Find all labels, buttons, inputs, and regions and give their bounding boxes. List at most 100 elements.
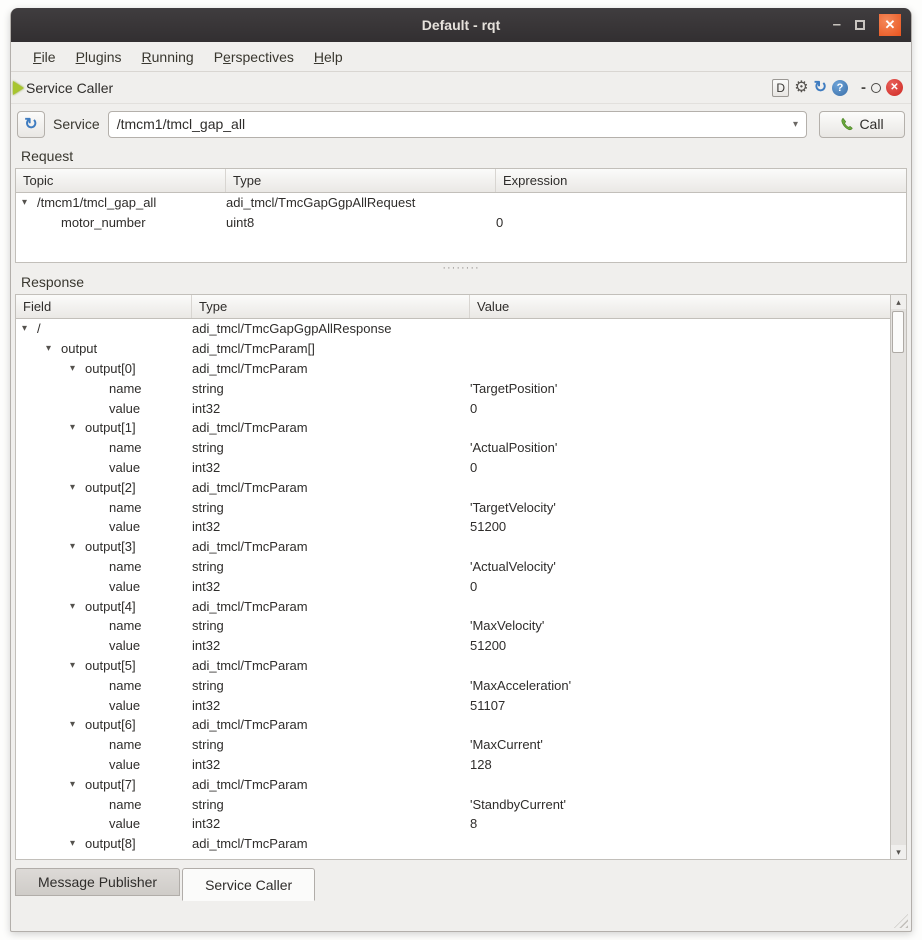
tree-row[interactable]: ▾ /tmcm1/tmcl_gap_all adi_tmcl/TmcGapGgp… — [16, 193, 906, 213]
service-combobox[interactable]: /tmcm1/tmcl_gap_all ▾ — [108, 111, 807, 138]
tree-row[interactable]: value int32 0 — [16, 576, 890, 596]
value-cell: 0 — [470, 460, 890, 475]
tree-row[interactable]: name string 'ActualVelocity' — [16, 557, 890, 577]
menu-item-perspectives[interactable]: Perspectives — [204, 45, 304, 69]
dock-close-button[interactable]: ✕ — [886, 79, 903, 96]
expander-icon[interactable]: ▾ — [70, 422, 85, 433]
scrollbar-thumb[interactable] — [892, 311, 904, 353]
titlebar[interactable]: Default - rqt – ✕ — [11, 8, 911, 42]
dock-float-button[interactable] — [871, 83, 881, 93]
tree-row[interactable]: value int32 51107 — [16, 695, 890, 715]
tree-row[interactable]: ▾ output[1] adi_tmcl/TmcParam — [16, 418, 890, 438]
tree-row[interactable]: ▾ output[3] adi_tmcl/TmcParam — [16, 537, 890, 557]
tree-row[interactable]: ▾ / adi_tmcl/TmcGapGgpAllResponse — [16, 319, 890, 339]
expander-icon[interactable]: ▾ — [46, 343, 61, 354]
help-icon[interactable]: ? — [832, 80, 848, 96]
reload-plugin-icon[interactable]: ↻ — [814, 80, 827, 96]
type-cell: string — [192, 618, 470, 633]
type-cell: adi_tmcl/TmcParam — [192, 658, 470, 673]
window-maximize-button[interactable] — [855, 20, 865, 30]
dock-d-button[interactable]: D — [772, 79, 789, 97]
tree-row[interactable]: name string 'ActualPosition' — [16, 438, 890, 458]
field-cell: name — [109, 559, 142, 574]
refresh-services-button[interactable]: ↻ — [17, 111, 45, 138]
column-header-expression[interactable]: Expression — [496, 169, 906, 192]
tree-row[interactable]: ▾ output[5] adi_tmcl/TmcParam — [16, 656, 890, 676]
tree-row[interactable]: ▾ output[2] adi_tmcl/TmcParam — [16, 477, 890, 497]
resize-grip-icon[interactable] — [894, 914, 908, 928]
column-header-topic[interactable]: Topic — [16, 169, 226, 192]
menu-item-running[interactable]: Running — [132, 45, 204, 69]
tabbar-gap — [11, 860, 911, 868]
request-heading: Request — [11, 144, 911, 168]
type-cell: adi_tmcl/TmcParam — [192, 420, 470, 435]
tree-row[interactable]: ▾ output[6] adi_tmcl/TmcParam — [16, 715, 890, 735]
request-table-body: ▾ /tmcm1/tmcl_gap_all adi_tmcl/TmcGapGgp… — [16, 193, 906, 233]
tree-row[interactable]: ▾ output[0] adi_tmcl/TmcParam — [16, 359, 890, 379]
tree-row[interactable]: value int32 0 — [16, 398, 890, 418]
menu-item-file[interactable]: File — [23, 45, 66, 69]
expander-icon[interactable]: ▾ — [70, 660, 85, 671]
tree-row[interactable]: name string 'MaxAcceleration' — [16, 675, 890, 695]
tab-service-caller[interactable]: Service Caller — [182, 868, 315, 901]
expander-icon[interactable]: ▾ — [70, 541, 85, 552]
field-cell: /tmcm1/tmcl_gap_all — [37, 195, 156, 210]
menu-item-help[interactable]: Help — [304, 45, 353, 69]
window-close-button[interactable]: ✕ — [879, 14, 901, 36]
expander-icon[interactable]: ▾ — [70, 719, 85, 730]
expander-icon[interactable]: ▾ — [70, 482, 85, 493]
response-table-body: ▾ / adi_tmcl/TmcGapGgpAllResponse ▾ outp… — [16, 319, 890, 860]
menubar: FilePluginsRunningPerspectivesHelp — [11, 42, 911, 72]
tree-row[interactable]: value int32 51200 — [16, 517, 890, 537]
field-cell: name — [109, 737, 142, 752]
expander-icon[interactable]: ▾ — [70, 779, 85, 790]
type-cell: string — [192, 381, 470, 396]
value-cell: 0 — [496, 215, 906, 230]
field-cell: output[8] — [85, 836, 136, 851]
field-cell: output[2] — [85, 480, 136, 495]
tree-row[interactable]: name string 'TargetPosition' — [16, 378, 890, 398]
call-button-label: Call — [859, 116, 883, 132]
scroll-up-icon[interactable]: ▴ — [896, 295, 901, 309]
type-cell: adi_tmcl/TmcGapGgpAllRequest — [226, 195, 496, 210]
expander-icon[interactable]: ▾ — [70, 838, 85, 849]
window-minimize-button[interactable]: – — [833, 20, 841, 30]
response-heading: Response — [11, 272, 911, 294]
column-header-type[interactable]: Type — [192, 295, 470, 318]
field-cell: output[6] — [85, 717, 136, 732]
vertical-scrollbar[interactable]: ▴ ▾ — [890, 295, 906, 859]
tree-row[interactable]: value int32 51200 — [16, 636, 890, 656]
tree-row[interactable]: ▾ output adi_tmcl/TmcParam[] — [16, 339, 890, 359]
expander-icon[interactable]: ▾ — [22, 323, 37, 334]
splitter-handle[interactable]: ········ — [11, 263, 911, 272]
tree-row[interactable]: value int32 8 — [16, 814, 890, 834]
service-combobox-value: /tmcm1/tmcl_gap_all — [117, 116, 245, 132]
value-cell: 'MaxAcceleration' — [470, 678, 890, 693]
tree-row[interactable]: name string 'StandbyCurrent' — [16, 794, 890, 814]
tree-row[interactable]: ▾ output[4] adi_tmcl/TmcParam — [16, 596, 890, 616]
settings-gear-icon[interactable]: ⚙ — [794, 80, 808, 96]
tree-row[interactable]: name string 'MaxCurrent' — [16, 735, 890, 755]
expander-icon[interactable]: ▾ — [70, 363, 85, 374]
column-header-type[interactable]: Type — [226, 169, 496, 192]
scroll-down-icon[interactable]: ▾ — [896, 845, 901, 859]
field-cell: name — [109, 500, 142, 515]
tree-row[interactable]: ▾ output[7] adi_tmcl/TmcParam — [16, 774, 890, 794]
expander-icon[interactable]: ▾ — [70, 601, 85, 612]
expander-icon[interactable]: ▾ — [22, 197, 37, 208]
tree-row[interactable]: value int32 128 — [16, 755, 890, 775]
column-header-value[interactable]: Value — [470, 295, 890, 318]
scrollbar-track[interactable] — [891, 309, 906, 845]
tree-row[interactable]: name string 'TargetVelocity' — [16, 497, 890, 517]
column-header-field[interactable]: Field — [16, 295, 192, 318]
tree-row[interactable]: name string 'MaxVelocity' — [16, 616, 890, 636]
tree-row[interactable]: value int32 0 — [16, 458, 890, 478]
call-button[interactable]: Call — [819, 111, 905, 138]
tab-message-publisher[interactable]: Message Publisher — [15, 868, 180, 896]
tree-row[interactable]: motor_number uint8 0 — [16, 213, 906, 233]
dock-minimize-button[interactable]: - — [861, 79, 866, 96]
tree-row[interactable]: ▾ output[8] adi_tmcl/TmcParam — [16, 834, 890, 854]
type-cell: int32 — [192, 757, 470, 772]
menu-item-plugins[interactable]: Plugins — [66, 45, 132, 69]
type-cell: string — [192, 737, 470, 752]
